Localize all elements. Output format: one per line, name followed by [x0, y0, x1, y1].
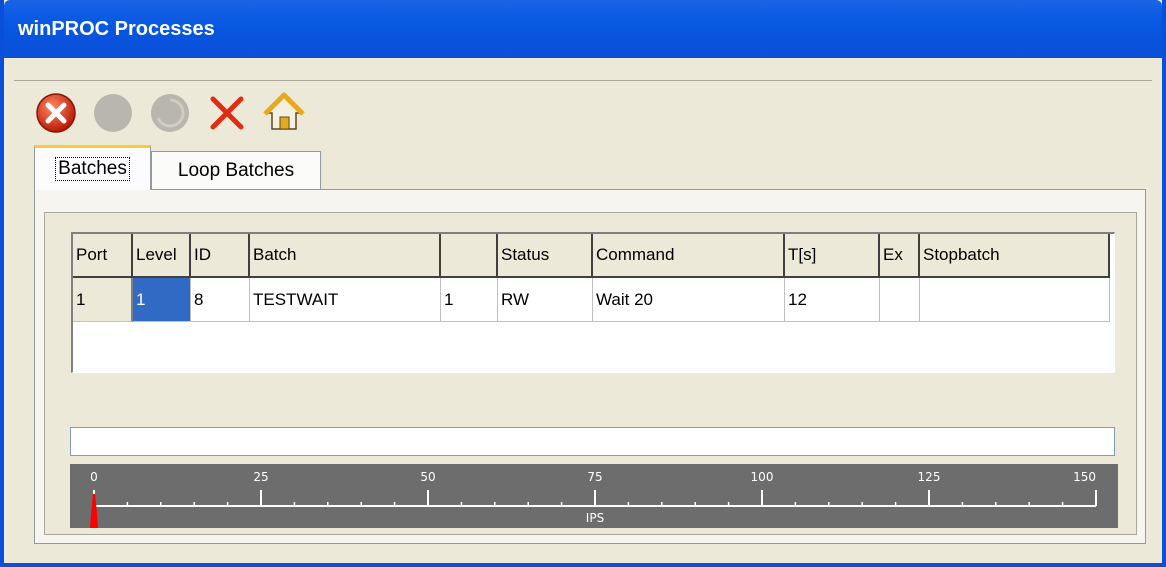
tab-batches[interactable]: Batches [34, 145, 151, 190]
col-header-ts[interactable]: T[s] [785, 234, 880, 278]
col-header-batch[interactable]: Batch [250, 234, 441, 278]
cell-ts[interactable]: 12 [785, 278, 880, 322]
gauge-tick-label: 25 [253, 470, 268, 484]
gauge-tick-label: 125 [918, 470, 941, 484]
gauge-indicator [90, 494, 98, 528]
tab-batches-label: Batches [55, 157, 130, 181]
gauge-tick-label: 0 [90, 470, 98, 484]
cell-stopbatch[interactable] [920, 278, 1110, 322]
col-header-blank[interactable] [441, 234, 498, 278]
col-header-port[interactable]: Port [73, 234, 133, 278]
col-header-id[interactable]: ID [191, 234, 250, 278]
cell-port[interactable]: 1 [73, 278, 133, 322]
col-header-ex[interactable]: Ex [880, 234, 920, 278]
stop-button[interactable] [34, 91, 78, 135]
batches-grid: Port Level ID Batch Status Command T[s] … [71, 232, 1115, 373]
gauge-unit-label: IPS [586, 511, 604, 525]
progress-bar [70, 427, 1115, 456]
cell-id[interactable]: 8 [191, 278, 250, 322]
table-row[interactable]: 1 1 8 TESTWAIT 1 RW Wait 20 12 [73, 278, 1114, 322]
delete-button[interactable] [205, 91, 249, 135]
col-header-stopbatch[interactable]: Stopbatch [920, 234, 1110, 278]
disabled-dial-button[interactable] [148, 91, 192, 135]
home-button[interactable] [262, 91, 306, 135]
tab-loop-batches-label: Loop Batches [177, 160, 295, 181]
title-bar[interactable]: winPROC Processes [4, 0, 1162, 58]
cell-command[interactable]: Wait 20 [593, 278, 785, 322]
col-header-command[interactable]: Command [593, 234, 785, 278]
window-title: winPROC Processes [18, 18, 215, 40]
cell-batch[interactable]: TESTWAIT [250, 278, 441, 322]
toolbar-separator [14, 80, 1152, 81]
ips-gauge: 0 25 50 75 100 125 150 IPS [70, 464, 1118, 528]
cell-level[interactable]: 1 [133, 278, 191, 322]
col-header-status[interactable]: Status [498, 234, 593, 278]
ips-gauge-scale: 0 25 50 75 100 125 150 IPS [90, 470, 1097, 528]
stop-red-icon [36, 93, 76, 133]
grid-empty-area[interactable] [73, 322, 1114, 372]
gray-dial-icon [151, 94, 189, 132]
disabled-circle-button[interactable] [91, 91, 135, 135]
red-x-icon [210, 96, 244, 130]
gauge-tick-label: 100 [751, 470, 774, 484]
col-header-level[interactable]: Level [133, 234, 191, 278]
tab-loop-batches[interactable]: Loop Batches [151, 151, 321, 190]
gauge-tick-label: 75 [587, 470, 602, 484]
gauge-tick-label: 150 [1073, 470, 1096, 484]
toolbar [34, 90, 306, 136]
home-icon [263, 92, 305, 130]
gauge-tick-label: 50 [420, 470, 435, 484]
grid-header-row: Port Level ID Batch Status Command T[s] … [73, 234, 1114, 278]
cell-blank[interactable]: 1 [441, 278, 498, 322]
cell-ex[interactable] [880, 278, 920, 322]
cell-status[interactable]: RW [498, 278, 593, 322]
gray-circle-icon [94, 94, 132, 132]
winproc-window: winPROC Processes Batches Loop Batches P… [0, 0, 1166, 567]
